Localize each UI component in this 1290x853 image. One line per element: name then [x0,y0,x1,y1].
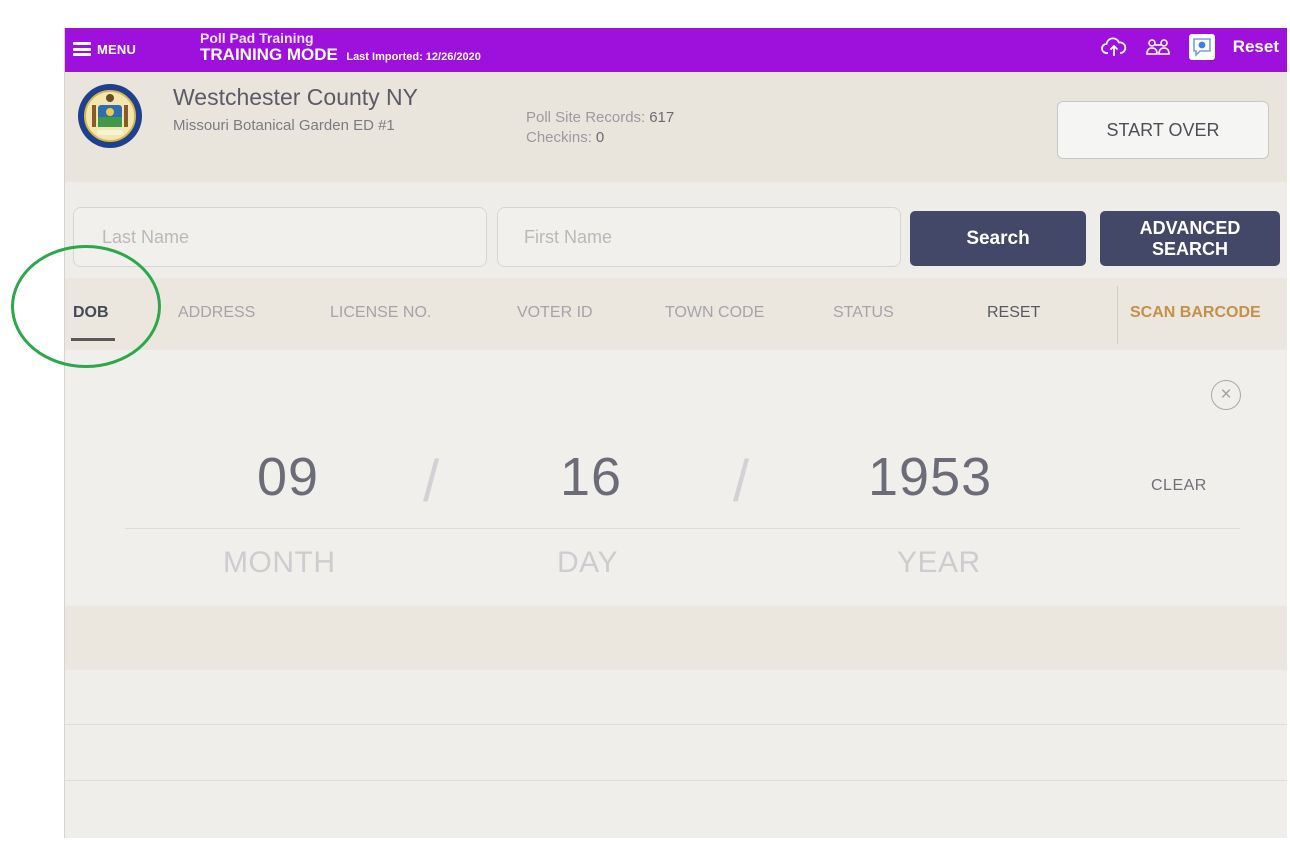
records-value: 617 [649,109,675,126]
tab-address[interactable]: ADDRESS [178,304,255,322]
dob-day-value[interactable]: 16 [560,446,622,508]
checkins-value: 0 [595,129,605,146]
dob-year-value[interactable]: 1953 [868,446,992,508]
clear-button[interactable]: CLEAR [1151,477,1207,495]
tab-dob[interactable]: DOB [73,304,109,322]
last-imported-text: Last Imported: 12/26/2020 [346,51,481,63]
tab-license-no[interactable]: LICENSE NO. [330,304,431,322]
poll-pad-screen: MENU Poll Pad Training TRAINING MODE Las… [64,28,1287,838]
dob-entry-panel: × 09 / 16 / 1953 CLEAR MONTH DAY YEAR [65,350,1287,606]
first-name-input[interactable] [497,207,901,267]
active-tab-indicator [71,338,115,341]
year-label: YEAR [897,546,981,579]
tab-voter-id[interactable]: VOTER ID [517,304,593,322]
tab-scan-barcode[interactable]: SCAN BARCODE [1130,304,1261,322]
last-name-input[interactable] [73,207,487,267]
users-icon[interactable] [1145,34,1171,60]
close-icon[interactable]: × [1211,380,1241,410]
advanced-search-label-1: ADVANCED [1139,217,1241,238]
chat-icon[interactable] [1188,34,1215,60]
search-button[interactable]: Search [910,211,1086,266]
tab-reset[interactable]: RESET [987,304,1040,322]
top-icons: Reset [1100,34,1279,60]
results-header-band [65,606,1287,670]
dob-divider [125,528,1240,529]
dob-separator: / [733,449,750,514]
training-mode-title: TRAINING MODE [200,45,338,64]
list-divider [65,780,1287,781]
reset-link[interactable]: Reset [1233,37,1279,57]
dob-month-value[interactable]: 09 [257,446,319,508]
cloud-upload-icon[interactable] [1100,34,1127,60]
menu-label: MENU [97,41,137,57]
tab-divider [1117,286,1118,344]
mode-line: TRAINING MODE Last Imported: 12/26/2020 [200,45,481,65]
advanced-search-button[interactable]: ADVANCED SEARCH [1100,211,1280,266]
header: Westchester County NY Missouri Botanical… [65,72,1287,182]
advanced-search-label-2: SEARCH [1151,238,1228,259]
search-row: Search ADVANCED SEARCH [65,182,1287,278]
results-list [65,670,1287,838]
tab-town-code[interactable]: TOWN CODE [665,304,764,322]
app-title: Poll Pad Training [200,30,314,46]
tab-status[interactable]: STATUS [833,304,894,322]
records-summary: Poll Site Records: 617 Checkins: 0 [526,108,674,148]
start-over-button[interactable]: START OVER [1057,101,1269,159]
list-divider [65,724,1287,725]
day-label: DAY [557,546,618,579]
checkins-label: Checkins: [526,129,592,146]
search-type-tabs: DOB ADDRESS LICENSE NO. VOTER ID TOWN CO… [65,278,1287,350]
menu-icon [73,42,91,56]
month-label: MONTH [223,546,336,579]
records-label: Poll Site Records: [526,109,646,126]
top-bar: MENU Poll Pad Training TRAINING MODE Las… [65,28,1287,72]
menu-button[interactable]: MENU [73,36,136,62]
county-name: Westchester County NY [173,84,419,110]
county-seal-logo [77,83,143,149]
poll-site-name: Missouri Botanical Garden ED #1 [173,117,395,134]
dob-separator: / [423,449,440,514]
